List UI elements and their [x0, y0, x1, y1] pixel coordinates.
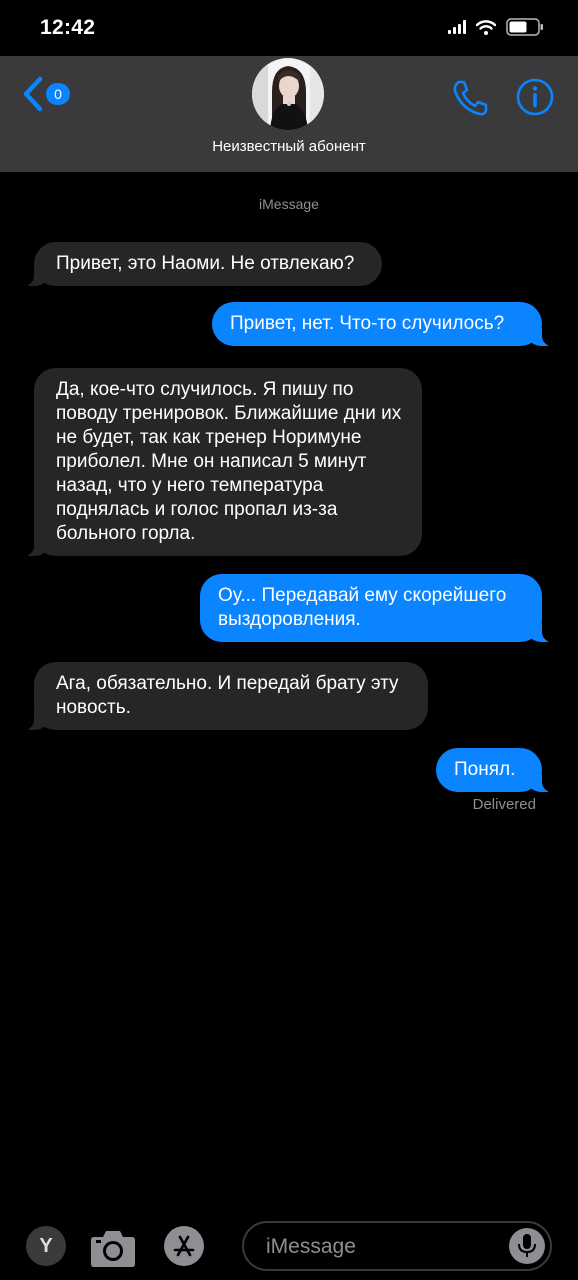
avatar-image	[252, 58, 324, 130]
phone-icon[interactable]	[450, 78, 490, 118]
message-text: Ага, обязательно. И передай брату эту но…	[56, 673, 399, 718]
message-outgoing[interactable]: Привет, нет. Что-то случилось?	[212, 302, 554, 346]
service-label: iMessage	[259, 196, 319, 212]
status-bar: 12:42	[0, 0, 578, 56]
info-icon[interactable]	[515, 77, 555, 117]
wifi-icon	[476, 19, 496, 35]
contact-name[interactable]: Неизвестный абонент	[0, 138, 578, 155]
message-input[interactable]: iMessage	[242, 1221, 552, 1271]
back-chevron-icon	[23, 76, 43, 112]
message-incoming[interactable]: Да, кое-что случилось. Я пишу по поводу …	[22, 368, 422, 556]
app-store-icon	[173, 1235, 195, 1257]
microphone-icon	[518, 1234, 536, 1257]
delivered-status: Delivered	[472, 796, 536, 813]
message-text: Привет, это Наоми. Не отвлекаю?	[56, 253, 355, 274]
status-time: 12:42	[40, 16, 96, 39]
unread-count-badge: 0	[46, 83, 70, 105]
message-text: Привет, нет. Что-то случилось?	[230, 313, 505, 334]
camera-icon[interactable]	[90, 1228, 136, 1268]
message-incoming[interactable]: Ага, обязательно. И передай брату эту но…	[22, 662, 428, 730]
message-input-placeholder: iMessage	[266, 1235, 356, 1258]
message-outgoing[interactable]: Оу... Передавай ему скорейшего выздоровл…	[200, 574, 554, 642]
battery-icon	[506, 18, 543, 36]
status-icons	[448, 18, 544, 36]
message-text: Оу... Передавай ему скорейшего выздоровл…	[218, 585, 507, 630]
contact-avatar[interactable]	[252, 58, 324, 130]
app-drawer-icon: Y	[39, 1234, 53, 1257]
message-text: Да, кое-что случилось. Я пишу по поводу …	[56, 379, 402, 544]
microphone-button[interactable]	[509, 1228, 545, 1264]
message-outgoing[interactable]: Понял.	[436, 748, 554, 792]
message-incoming[interactable]: Привет, это Наоми. Не отвлекаю?	[22, 242, 382, 286]
back-button[interactable]: 0	[22, 76, 70, 112]
conversation-header: 0 Неизвестный абонент	[0, 56, 578, 172]
app-drawer-button[interactable]: Y	[26, 1226, 66, 1266]
signal-icon	[448, 20, 466, 34]
message-text: Понял.	[454, 759, 516, 780]
app-store-button[interactable]	[164, 1226, 204, 1266]
